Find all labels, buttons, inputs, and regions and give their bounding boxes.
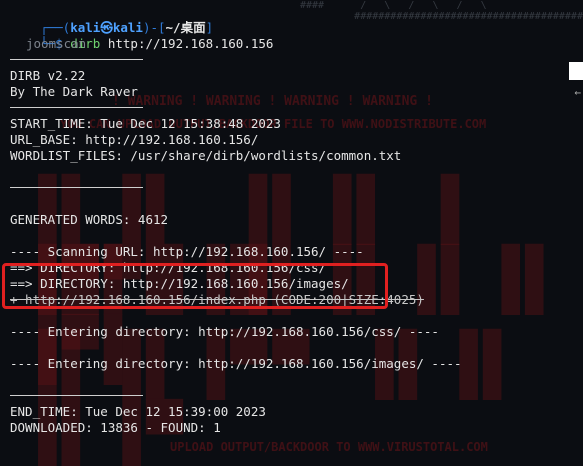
divider bbox=[10, 187, 143, 188]
start-time-line: START_TIME: Tue Dec 12 15:38:48 2023 bbox=[10, 116, 281, 131]
prompt-corner-top: ┌──( bbox=[40, 20, 71, 35]
prompt-separator: )-[ bbox=[142, 20, 166, 35]
prompt-path: ~/桌面 bbox=[165, 20, 206, 35]
divider bbox=[10, 107, 143, 108]
side-scroll-arrow-icon: ← bbox=[574, 86, 581, 99]
divider bbox=[10, 59, 143, 60]
wordlist-line: WORDLIST_FILES: /usr/share/dirb/wordlist… bbox=[10, 148, 402, 163]
entering-css-line: ---- Entering directory: http://192.168.… bbox=[10, 324, 439, 339]
prompt-line: ┌──(kali㉿kali)-[~/桌面] bbox=[10, 4, 575, 35]
author-line: By The Dark Raver bbox=[10, 84, 138, 99]
entering-images-line: ---- Entering directory: http://192.168.… bbox=[10, 356, 462, 371]
version-line: DIRB v2.22 bbox=[10, 68, 86, 83]
downloaded-line: DOWNLOADED: 13836 - FOUND: 1 bbox=[10, 420, 221, 435]
prompt-bracket-close: ] bbox=[205, 20, 214, 35]
url-base-line: URL_BASE: http://192.168.160.156/ bbox=[10, 132, 259, 147]
command-args: http://192.168.160.156 bbox=[100, 36, 274, 51]
scanning-url-line: ---- Scanning URL: http://192.168.160.15… bbox=[10, 244, 364, 259]
red-highlight-box bbox=[2, 263, 388, 309]
prompt-user: kali㉿kali bbox=[70, 20, 143, 35]
divider bbox=[10, 395, 143, 396]
end-time-line: END_TIME: Tue Dec 12 15:39:00 2023 bbox=[10, 404, 266, 419]
generated-words-line: GENERATED WORDS: 4612 bbox=[10, 212, 169, 227]
watermark-virustotal: UPLOAD OUTPUT/BACKDOOR TO WWW.VIRUSTOTAL… bbox=[170, 440, 488, 454]
terminal-output[interactable]: ┌──(kali㉿kali)-[~/桌面] └─$ dirb http://19… bbox=[10, 4, 575, 436]
